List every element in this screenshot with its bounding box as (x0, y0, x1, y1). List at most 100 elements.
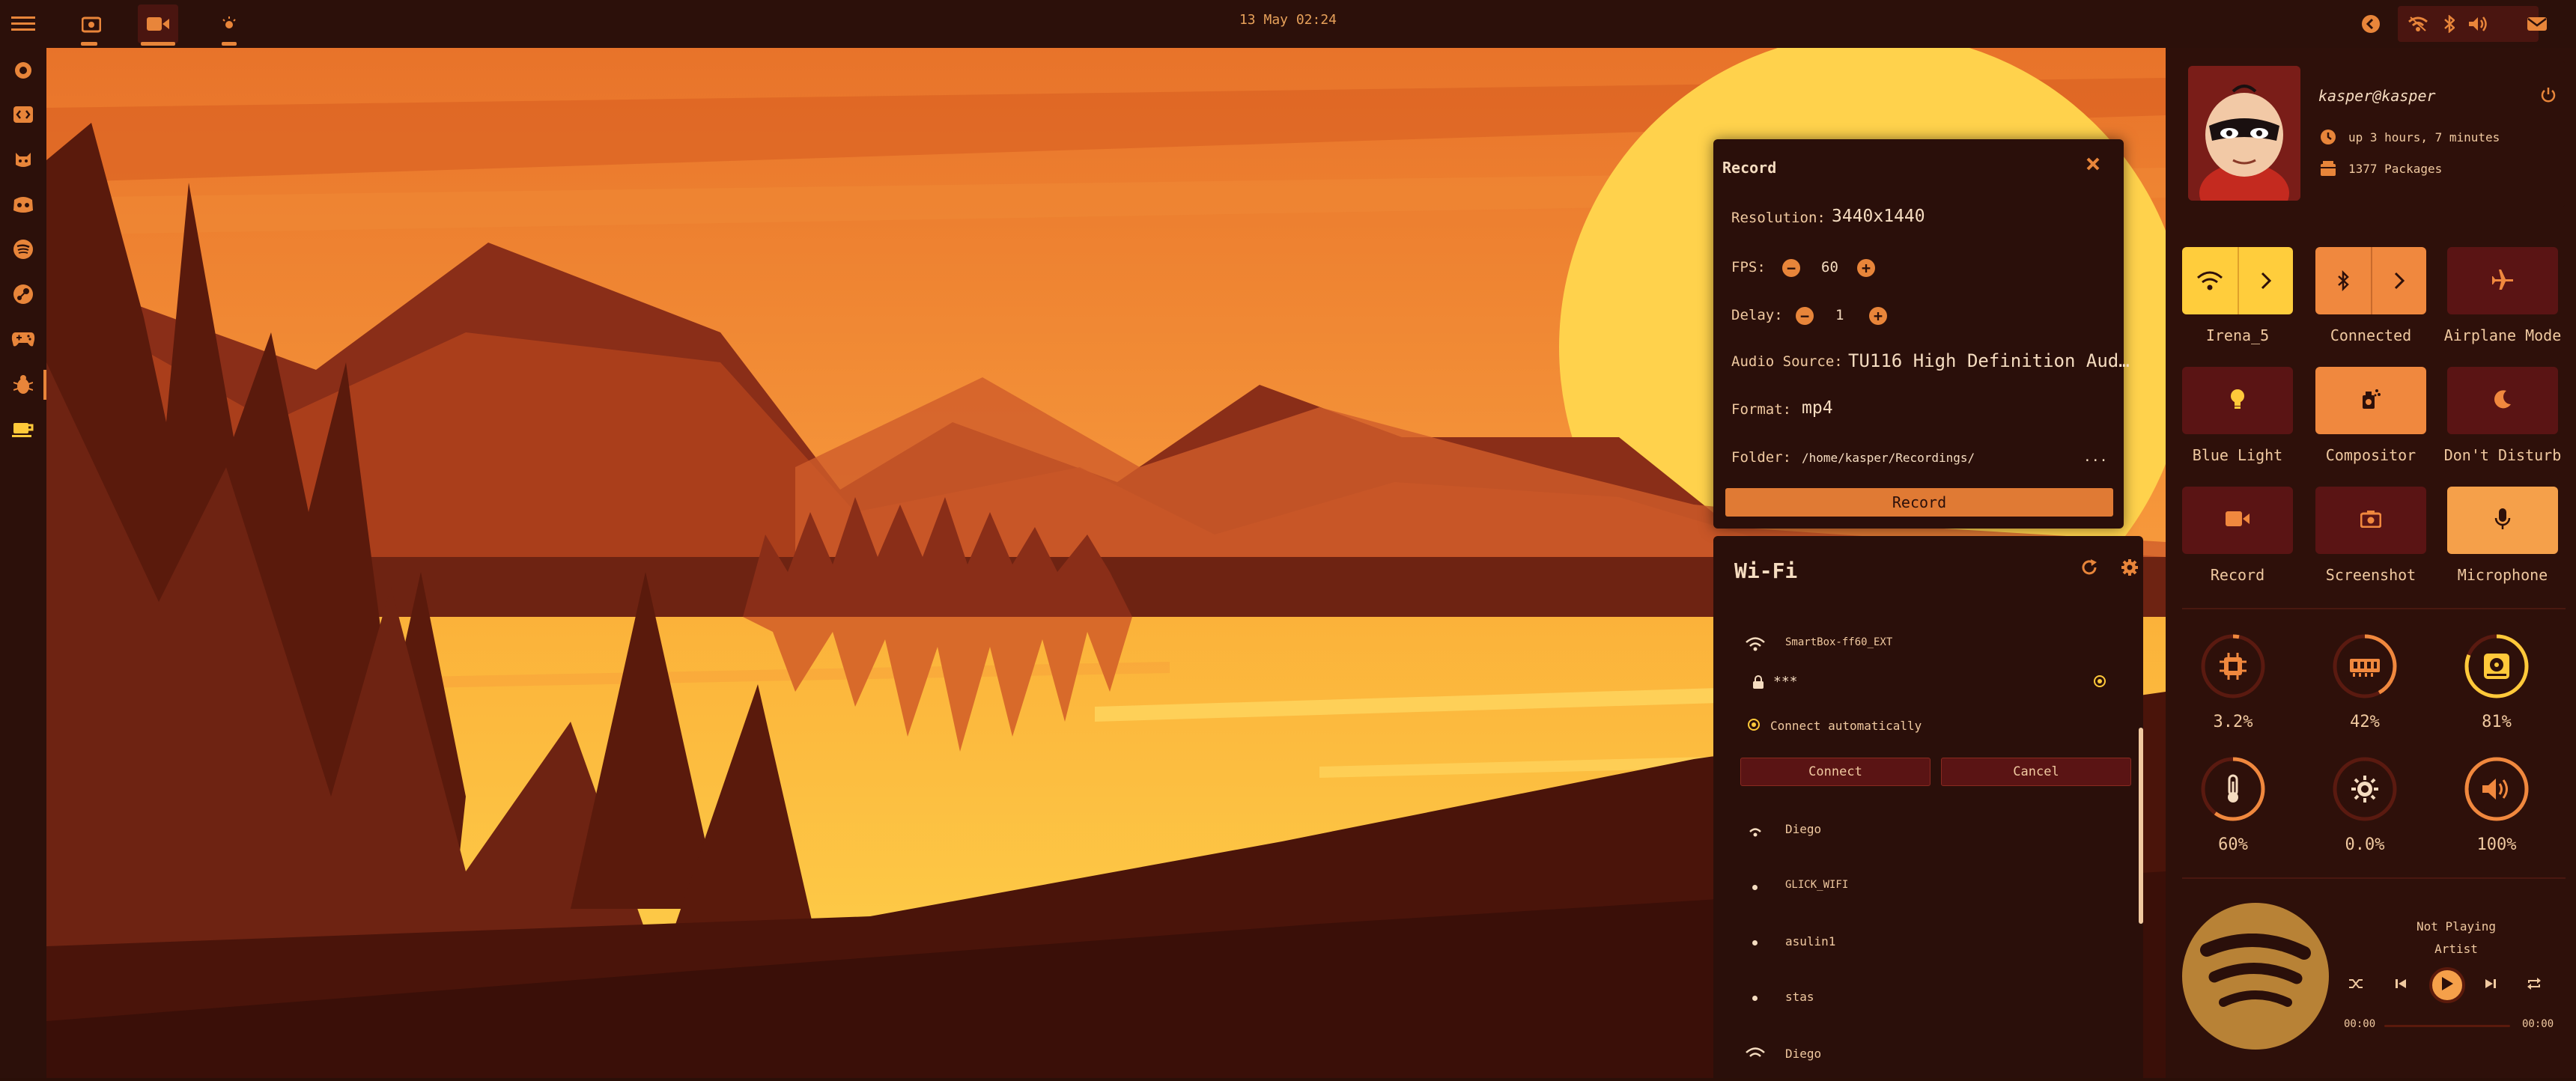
microphone-toggle[interactable] (2447, 487, 2558, 554)
mail-icon[interactable] (2522, 12, 2552, 36)
gamepad-icon[interactable] (10, 326, 36, 352)
time-total: 00:00 (2522, 1018, 2554, 1030)
power-icon[interactable] (10, 57, 36, 82)
github-icon[interactable] (10, 147, 36, 172)
compositor-icon (2360, 388, 2381, 413)
network-name: GLICK_WIFI (1785, 879, 1849, 891)
network-row[interactable]: asulin1 (1745, 928, 2104, 958)
auto-connect-checkbox[interactable] (1748, 719, 1760, 731)
packages: 1377 Packages (2348, 162, 2443, 176)
dont-disturb-label: Don't Disturb (2443, 446, 2562, 464)
folder-label: Folder: (1731, 449, 1792, 466)
progress-track[interactable] (2384, 1025, 2510, 1027)
dont-disturb-toggle[interactable] (2447, 367, 2558, 434)
screenshot-icon[interactable] (78, 10, 105, 37)
network-name: Diego (1785, 822, 1822, 836)
repeat-icon[interactable] (2527, 976, 2545, 994)
workspace-indicator (81, 42, 97, 46)
shuffle-icon[interactable] (2348, 976, 2366, 994)
package-icon (2320, 160, 2336, 180)
fps-increase-button[interactable]: + (1857, 259, 1875, 277)
network-row[interactable]: Diego (1745, 816, 2104, 846)
wifi-scrollbar[interactable] (2139, 728, 2143, 924)
format-value[interactable]: mp4 (1802, 398, 1833, 418)
stat-ring (2329, 753, 2401, 825)
airplane-mode-toggle[interactable] (2447, 247, 2558, 314)
folder-browse-button[interactable]: ... (2083, 449, 2108, 465)
delay-value: 1 (1835, 307, 1844, 323)
blue-light-label: Blue Light (2192, 446, 2283, 464)
power-icon[interactable] (2540, 87, 2560, 106)
airplane-icon (2491, 269, 2515, 293)
left-dock (0, 48, 46, 1078)
coffee-icon[interactable] (10, 416, 36, 442)
gear-icon[interactable] (2121, 558, 2142, 579)
disk-icon (2461, 630, 2533, 702)
password-field[interactable]: *** (1773, 674, 2088, 689)
discord-icon[interactable] (10, 192, 36, 217)
play-icon (2440, 976, 2454, 994)
fps-decrease-button[interactable]: − (1782, 259, 1800, 277)
stat-ring (2461, 753, 2533, 825)
record-button[interactable]: Record (1725, 488, 2113, 517)
play-button[interactable] (2429, 967, 2465, 1003)
cancel-button[interactable]: Cancel (1941, 758, 2131, 786)
screenshot-toggle[interactable] (2315, 487, 2426, 554)
close-icon[interactable] (2085, 156, 2106, 177)
lock-icon (1752, 675, 1764, 692)
chevron-right-icon[interactable] (2372, 247, 2426, 314)
volume-icon[interactable] (2465, 12, 2491, 36)
refresh-icon[interactable] (2080, 558, 2101, 579)
network-row[interactable]: GLICK_WIFI (1745, 873, 2104, 903)
show-password-toggle[interactable] (2094, 675, 2106, 687)
album-art (2182, 903, 2329, 1050)
code-icon[interactable] (10, 102, 36, 127)
bluetooth-toggle[interactable] (2315, 247, 2426, 314)
wifi-icon[interactable] (2405, 12, 2431, 36)
back-arrow-icon[interactable] (2359, 12, 2383, 36)
wifi-signal-icon (1745, 635, 1766, 654)
audio-source-value[interactable]: TU116 High Definition Aud… (1848, 350, 2130, 371)
avatar[interactable] (2188, 66, 2300, 201)
previous-icon[interactable] (2393, 976, 2411, 994)
fps-value: 60 (1821, 259, 1838, 275)
clock-icon (2320, 129, 2336, 148)
record-icon (2226, 510, 2250, 531)
bulb-icon (2229, 388, 2246, 413)
fps-label: FPS: (1731, 259, 1766, 275)
spotify-icon[interactable] (10, 237, 36, 262)
wifi-signal-icon (1752, 940, 1758, 946)
record-toggle[interactable] (2182, 487, 2293, 554)
microphone-label: Microphone (2457, 566, 2548, 584)
selected-network-row[interactable]: SmartBox-ff60_EXT (1745, 630, 2104, 660)
wifi-panel: Wi-Fi SmartBox-ff60_EXT *** Connect auto… (1713, 536, 2143, 1078)
blue-light-toggle[interactable] (2182, 367, 2293, 434)
compositor-toggle[interactable] (2315, 367, 2426, 434)
connect-button[interactable]: Connect (1740, 758, 1931, 786)
network-name: stas (1785, 990, 1814, 1004)
airplane-mode-label: Airplane Mode (2443, 326, 2562, 344)
workspace-indicator-active (141, 42, 175, 46)
next-icon[interactable] (2483, 976, 2501, 994)
clock[interactable]: 13 May 02:24 (1213, 12, 1363, 28)
network-row[interactable]: stas (1745, 984, 2104, 1014)
resolution-value[interactable]: 3440x1440 (1832, 207, 1925, 226)
light-icon[interactable] (217, 12, 241, 36)
wifi-icon (2182, 247, 2238, 314)
record-icon[interactable] (138, 4, 178, 43)
profile-card: kasper@kasper up 3 hours, 7 minutes 1377… (2182, 60, 2566, 208)
chevron-right-icon[interactable] (2239, 247, 2293, 314)
delay-increase-button[interactable]: + (1869, 307, 1887, 325)
delay-decrease-button[interactable]: − (1796, 307, 1814, 325)
folder-path[interactable]: /home/kasper/Recordings/ (1802, 451, 1975, 465)
steam-icon[interactable] (10, 281, 36, 307)
screenshot-label: Screenshot (2325, 566, 2416, 584)
network-row[interactable]: Diego (1745, 1041, 2104, 1071)
cpu-icon (2197, 630, 2269, 702)
workspace-indicator (222, 42, 237, 46)
hamburger-menu-icon[interactable] (10, 12, 36, 36)
wifi-toggle[interactable] (2182, 247, 2293, 314)
wifi-title: Wi-Fi (1734, 558, 1798, 583)
bluetooth-icon[interactable] (2440, 12, 2459, 36)
bug-icon[interactable] (10, 371, 36, 397)
